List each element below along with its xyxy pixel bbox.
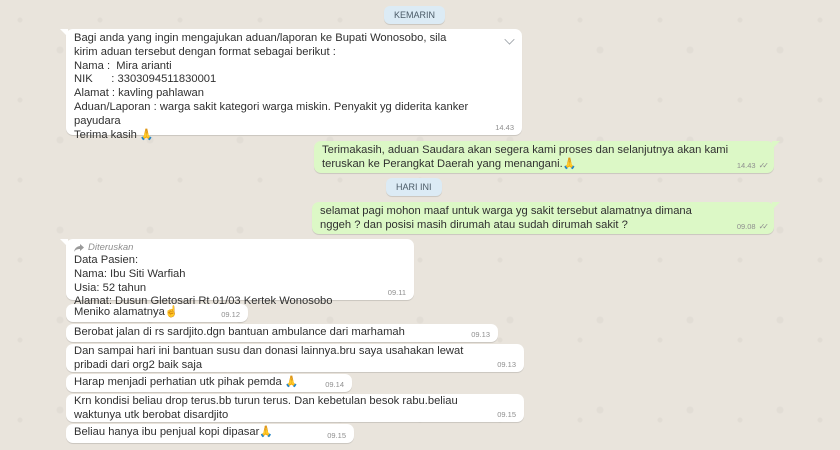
message-text: Bagi anda yang ingin mengajukan aduan/la…: [74, 32, 447, 44]
message-time: 09.14: [325, 380, 344, 389]
message-text: Data Pasien:: [74, 254, 139, 266]
message-text: Krn kondisi beliau drop terus.bb turun t…: [74, 395, 458, 407]
forwarded-message[interactable]: Diteruskan Data Pasien: Nama: Ibu Siti W…: [60, 239, 414, 307]
incoming-message[interactable]: Berobat jalan di rs sardjito.dgn bantuan…: [66, 324, 498, 342]
incoming-message[interactable]: Krn kondisi beliau drop terus.bb turun t…: [66, 394, 524, 422]
folded-hands-emoji: 🙏: [139, 128, 154, 141]
date-chip-today: HARI INI: [386, 178, 442, 196]
message-text: Nama: Ibu Siti Warfiah: [74, 267, 186, 280]
message-text: kirim aduan tersebut dengan format sebag…: [74, 45, 336, 58]
date-chip-label: KEMARIN: [394, 10, 436, 20]
incoming-message[interactable]: Beliau hanya ibu penjual kopi dipasar🙏 0…: [66, 424, 354, 443]
message-text: payudara: [74, 114, 121, 127]
outgoing-message[interactable]: selamat pagi mohon maaf untuk warga yg s…: [312, 202, 780, 234]
message-time: 09.08 ✓✓: [736, 222, 770, 231]
double-check-icon: ✓✓: [758, 161, 770, 170]
message-text: Meniko alamatnya☝: [74, 306, 179, 318]
forwarded-text: Diteruskan: [88, 242, 134, 253]
outgoing-message[interactable]: Terimakasih, aduan Saudara akan segera k…: [314, 141, 780, 173]
folded-hands-emoji: 🙏: [284, 376, 299, 388]
forward-arrow-icon: [74, 244, 84, 252]
message-time: 09.11: [387, 288, 406, 297]
incoming-message[interactable]: Dan sampai hari ini bantuan susu dan don…: [66, 344, 524, 372]
date-chip-label: HARI INI: [396, 182, 432, 192]
folded-hands-emoji: 🙏: [259, 426, 274, 438]
folded-hands-emoji: 🙏: [562, 157, 577, 170]
message-time: 14.43: [495, 123, 514, 132]
message-time: 09.12: [221, 310, 240, 319]
message-text: Harap menjadi perhatian utk pihak pemda …: [74, 376, 299, 388]
message-text: nggeh ? dan posisi masih dirumah atau su…: [320, 218, 628, 231]
incoming-message[interactable]: Harap menjadi perhatian utk pihak pemda …: [66, 374, 352, 392]
message-text: Aduan/Laporan : warga sakit kategori war…: [74, 100, 469, 113]
message-text: Dan sampai hari ini bantuan susu dan don…: [74, 345, 464, 357]
forwarded-label: Diteruskan: [74, 242, 406, 254]
pointing-up-emoji: ☝: [164, 306, 179, 318]
message-text: Nama : Mira arianti: [74, 59, 172, 72]
message-text: waktunya utk berobat disardjito: [74, 408, 229, 421]
message-time: 09.13: [497, 360, 516, 369]
message-text: pribadi dari org2 baik saja: [74, 358, 203, 371]
message-time: 09.13: [471, 330, 490, 339]
incoming-message[interactable]: Meniko alamatnya☝ 09.12: [66, 304, 248, 322]
message-text: selamat pagi mohon maaf untuk warga yg s…: [320, 205, 692, 217]
message-time: 09.15: [497, 410, 516, 419]
date-chip-yesterday: KEMARIN: [384, 6, 446, 24]
message-text: Berobat jalan di rs sardjito.dgn bantuan…: [74, 326, 405, 338]
double-check-icon: ✓✓: [758, 222, 770, 231]
message-text: Beliau hanya ibu penjual kopi dipasar🙏: [74, 426, 274, 438]
message-text: Terimakasih, aduan Saudara akan segera k…: [322, 144, 729, 156]
message-time: 14.43 ✓✓: [736, 161, 770, 170]
message-time: 09.15: [327, 431, 346, 440]
incoming-message[interactable]: Bagi anda yang ingin mengajukan aduan/la…: [60, 29, 522, 141]
message-text: Alamat : kavling pahlawan: [74, 87, 204, 100]
message-text: teruskan ke Perangkat Daerah yang menang…: [322, 157, 577, 170]
message-text: NIK : 3303094511830001: [74, 73, 217, 86]
message-text: Usia: 52 tahun: [74, 281, 147, 294]
